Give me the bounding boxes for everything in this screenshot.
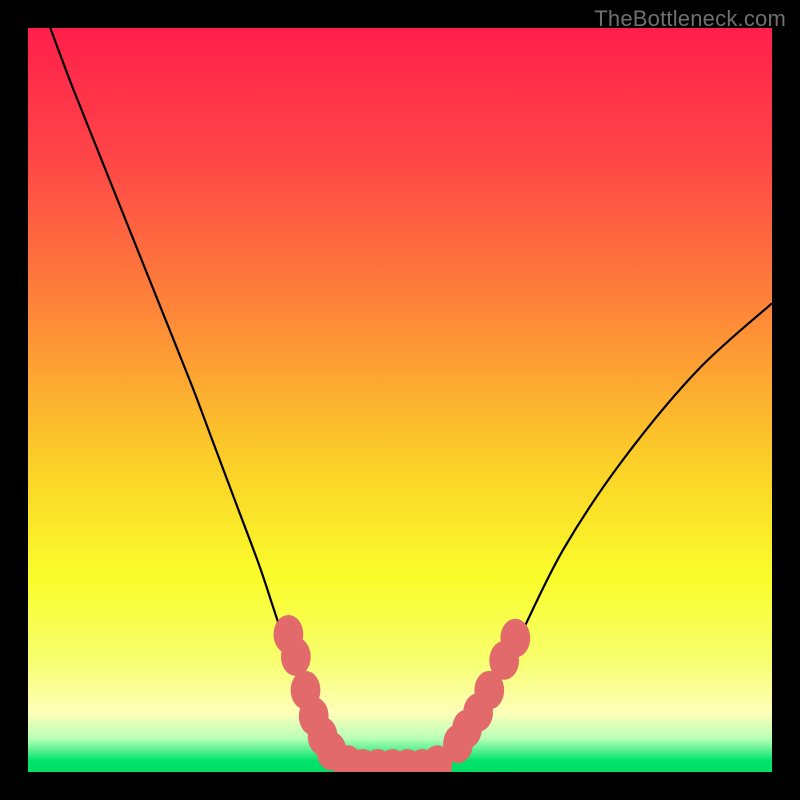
marker-point <box>500 619 530 658</box>
marker-point <box>281 637 311 676</box>
curve-layer <box>28 28 772 772</box>
plot-area <box>28 28 772 772</box>
highlighted-points <box>274 615 531 772</box>
watermark-text: TheBottleneck.com <box>594 6 786 32</box>
chart-frame: TheBottleneck.com <box>0 0 800 800</box>
bottleneck-curve <box>50 28 772 769</box>
